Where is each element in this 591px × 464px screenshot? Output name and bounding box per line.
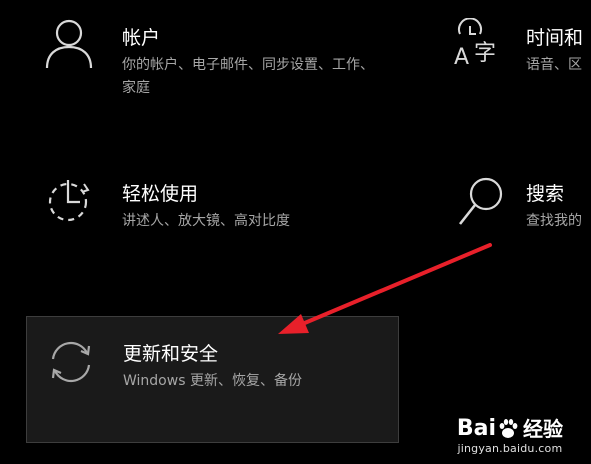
time-language-icon: A 字: [454, 18, 496, 70]
paw-icon: [499, 419, 518, 438]
settings-tile-update-security[interactable]: 更新和安全 Windows 更新、恢复、备份: [26, 316, 399, 443]
sync-icon: [51, 341, 91, 383]
settings-tile-accounts[interactable]: 帐户 你的帐户、电子邮件、同步设置、工作、家庭: [0, 0, 420, 130]
settings-tile-ease-of-access[interactable]: 轻松使用 讲述人、放大镜、高对比度: [0, 160, 420, 270]
watermark-brand-prefix: Bai: [456, 416, 496, 441]
ease-of-access-icon: [48, 180, 90, 222]
settings-tile-time-language[interactable]: A 字 时间和 语音、区: [440, 0, 591, 130]
tile-description: 查找我的: [526, 213, 582, 229]
tile-title: 轻松使用: [122, 183, 199, 205]
tile-title: 时间和: [526, 27, 584, 49]
watermark-url: jingyan.baidu.com: [457, 442, 563, 455]
search-icon: [458, 177, 503, 225]
settings-page: 帐户 你的帐户、电子邮件、同步设置、工作、家庭 A 字 时间和 语音、区 轻松使…: [0, 0, 591, 464]
baidu-jingyan-watermark: Bai 经验 jingyan.baidu.com: [457, 416, 563, 456]
tile-title: 帐户: [122, 27, 161, 49]
tile-description: 你的帐户、电子邮件、同步设置、工作、家庭: [122, 57, 374, 96]
settings-tile-search[interactable]: 搜索 查找我的: [440, 160, 591, 270]
svg-text:字: 字: [474, 41, 496, 66]
watermark-brand-suffix: 经验: [523, 417, 563, 441]
tile-description: Windows 更新、恢复、备份: [123, 373, 302, 389]
tile-title: 搜索: [526, 183, 565, 205]
tile-title: 更新和安全: [123, 343, 219, 365]
tile-description: 讲述人、放大镜、高对比度: [122, 213, 290, 229]
person-icon: [45, 19, 93, 69]
tile-description: 语音、区: [526, 57, 582, 73]
watermark-logo: Bai 经验: [457, 416, 563, 442]
svg-text:A: A: [454, 45, 469, 70]
